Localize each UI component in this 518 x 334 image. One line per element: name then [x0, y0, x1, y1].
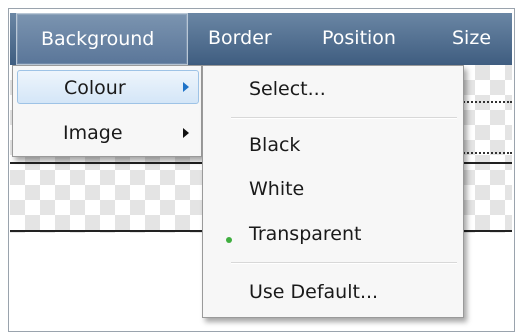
menu-item-label: Colour — [64, 77, 126, 99]
colour-submenu: Select... Black White Transparent Use De… — [202, 65, 464, 318]
menu-item-transparent[interactable]: Transparent — [249, 217, 362, 251]
menu-border[interactable]: Border — [208, 13, 272, 65]
submenu-arrow-icon — [183, 82, 189, 92]
menu-background[interactable]: Background — [16, 13, 188, 65]
menu-item-white[interactable]: White — [249, 172, 304, 206]
menu-item-image[interactable]: Image — [17, 116, 199, 150]
menu-item-select[interactable]: Select... — [249, 72, 326, 106]
menu-position[interactable]: Position — [322, 13, 396, 65]
menu-item-black[interactable]: Black — [249, 128, 300, 162]
submenu-arrow-icon — [183, 128, 189, 138]
menu-separator — [231, 262, 457, 264]
menu-item-label: Image — [63, 122, 123, 144]
menu-item-use-default[interactable]: Use Default... — [249, 275, 378, 309]
background-dropdown: Colour Image — [12, 65, 202, 157]
selected-bullet-icon — [226, 237, 232, 243]
menu-separator — [231, 117, 457, 119]
menu-item-colour[interactable]: Colour — [17, 70, 199, 104]
menu-bar: Background Border Position Size — [10, 13, 512, 65]
menu-size[interactable]: Size — [452, 13, 491, 65]
